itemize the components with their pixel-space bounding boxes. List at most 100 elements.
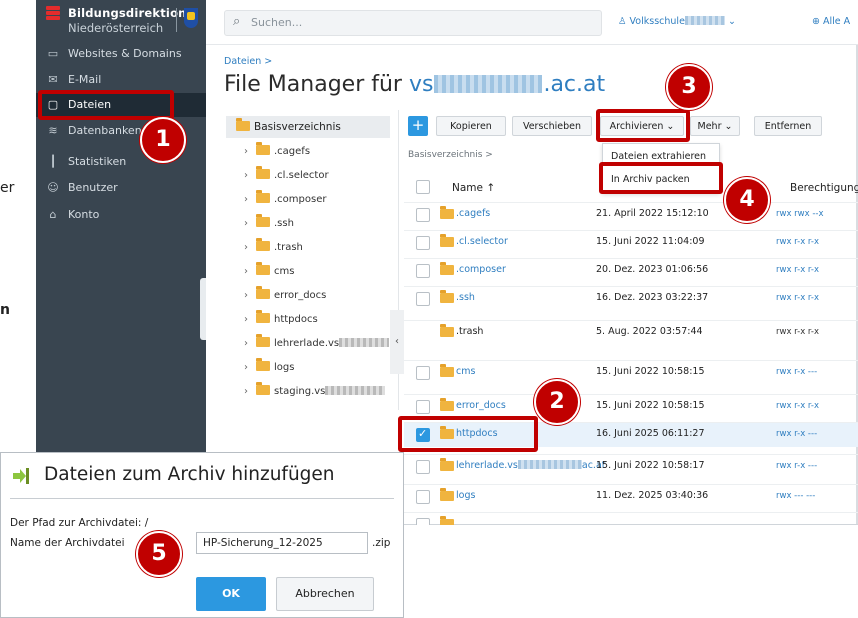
highlight-archivieren <box>596 109 690 142</box>
table-row[interactable]: lehrerlade.vs ac.at 15. Juni 2022 10:58:1… <box>404 454 858 479</box>
table-row[interactable]: .ssh 16. Dez. 2023 03:22:37 rwx r-x r-x <box>404 286 858 311</box>
row-checkbox[interactable] <box>416 208 430 222</box>
tree-item-label: cms <box>274 266 295 277</box>
table-row[interactable]: cms 15. Juni 2022 10:58:15 rwx r-x --- <box>404 360 858 385</box>
table-row[interactable]: .cl.selector 15. Juni 2022 11:04:09 rwx … <box>404 230 858 255</box>
table-row[interactable] <box>404 512 858 525</box>
chevron-right-icon: › <box>244 290 248 301</box>
table-row[interactable]: .composer 20. Dez. 2023 01:06:56 rwx r-x… <box>404 258 858 283</box>
sidebar-item-konto[interactable]: ⌂ Konto <box>36 203 206 227</box>
highlight-httpdocs <box>398 416 538 452</box>
sidebar-item-label: E-Mail <box>68 73 102 86</box>
user-icon: ☺ <box>47 181 59 194</box>
folder-icon <box>440 516 454 525</box>
step-badge-3: 3 <box>666 64 712 110</box>
file-name-link[interactable]: cms <box>456 366 475 377</box>
row-checkbox[interactable] <box>416 518 430 525</box>
file-name-link[interactable]: .cagefs <box>456 208 490 219</box>
table-row[interactable]: .trash 5. Aug. 2022 03:57:44 rwx r-x r-x <box>404 320 858 345</box>
archive-name-input[interactable]: HP-Sicherung_12-2025 <box>196 532 368 554</box>
chevron-right-icon: › <box>244 218 248 229</box>
subscriptions-menu[interactable]: ⊕ Alle A <box>812 16 850 27</box>
chevron-right-icon: › <box>244 170 248 181</box>
folder-icon <box>256 238 270 251</box>
permissions-link[interactable]: rwx r-x r-x <box>776 401 819 411</box>
chevron-right-icon: › <box>244 266 248 277</box>
file-name-link[interactable]: logs <box>456 490 475 501</box>
row-checkbox[interactable] <box>416 236 430 250</box>
file-breadcrumb[interactable]: Basisverzeichnis > <box>408 150 493 160</box>
add-button[interactable]: + <box>408 116 428 136</box>
row-checkbox[interactable] <box>416 264 430 278</box>
sidebar-item-websites[interactable]: ▭ Websites & Domains <box>36 42 206 66</box>
row-checkbox[interactable] <box>416 490 430 504</box>
archive-path-label: Der Pfad zur Archivdatei: / <box>10 517 149 529</box>
row-checkbox[interactable] <box>416 460 430 474</box>
brand-flag-icon <box>46 6 60 20</box>
name-column-header[interactable]: Name ↑ <box>452 182 495 194</box>
more-button[interactable]: Mehr ⌄ <box>690 116 740 136</box>
permissions-link[interactable]: rwx r-x --- <box>776 461 817 471</box>
chevron-right-icon: › <box>244 362 248 373</box>
zip-extension: .zip <box>372 537 391 549</box>
tree-item-label: .ssh <box>274 218 294 229</box>
permissions-text: rwx r-x r-x <box>776 327 819 337</box>
archive-arrow-icon <box>13 468 29 484</box>
sidebar: Bildungsdirektion Niederösterreich ▭ Web… <box>36 0 206 460</box>
file-name-link[interactable]: lehrerlade.vs ac.at <box>456 460 606 471</box>
search-placeholder: Suchen... <box>251 16 303 29</box>
search-input[interactable]: ⌕ Suchen... <box>224 10 602 36</box>
folder-icon <box>256 142 270 155</box>
modified-date: 5. Aug. 2022 03:57:44 <box>596 326 703 337</box>
tree-item-label: staging.vs <box>274 386 386 397</box>
tree-item-label: lehrerlade.vs <box>274 338 390 349</box>
archive-name-label: Name der Archivdatei <box>10 537 125 549</box>
file-name-link[interactable]: .composer <box>456 264 506 275</box>
file-name-link[interactable]: .cl.selector <box>456 236 508 247</box>
ok-button[interactable]: OK <box>196 577 266 611</box>
select-all-checkbox[interactable] <box>416 180 430 194</box>
file-name-link[interactable]: error_docs <box>456 400 506 411</box>
permissions-link[interactable]: rwx r-x --- <box>776 367 817 377</box>
row-checkbox[interactable] <box>416 366 430 380</box>
modified-date: 15. Juni 2022 10:58:15 <box>596 400 705 411</box>
modified-date: 15. Juni 2022 11:04:09 <box>596 236 705 247</box>
redacted-domain <box>434 75 543 93</box>
modified-date: 16. Dez. 2023 03:22:37 <box>596 292 709 303</box>
table-row[interactable]: .cagefs 21. April 2022 15:12:10 rwx rwx … <box>404 202 858 227</box>
highlight-in-archiv-packen <box>599 162 723 194</box>
modified-date: 21. April 2022 15:12:10 <box>596 208 709 219</box>
copy-button[interactable]: Kopieren <box>436 116 506 136</box>
tree-collapse-button[interactable]: ‹ <box>390 310 404 374</box>
modified-date: 15. Juni 2022 10:58:17 <box>596 460 705 471</box>
cancel-button[interactable]: Abbrechen <box>276 577 374 611</box>
modified-date: 15. Juni 2022 10:58:15 <box>596 366 705 377</box>
folder-icon <box>440 364 454 377</box>
permissions-link[interactable]: rwx r-x --- <box>776 429 817 439</box>
tree-root[interactable]: Basisverzeichnis <box>226 116 390 138</box>
permissions-link[interactable]: rwx r-x r-x <box>776 265 819 275</box>
delete-button[interactable]: Entfernen <box>754 116 822 136</box>
row-checkbox[interactable] <box>416 400 430 414</box>
chevron-right-icon: › <box>244 194 248 205</box>
row-checkbox[interactable] <box>416 292 430 306</box>
permissions-link[interactable]: rwx --- --- <box>776 491 815 501</box>
breadcrumb[interactable]: Dateien > <box>224 56 272 67</box>
brand-logo[interactable]: Bildungsdirektion Niederösterreich <box>46 4 206 40</box>
permissions-column-header[interactable]: Berechtigunger <box>790 182 858 194</box>
account-icon: ⌂ <box>49 208 57 221</box>
move-button[interactable]: Verschieben <box>512 116 592 136</box>
permissions-link[interactable]: rwx r-x r-x <box>776 237 819 247</box>
tree-item-label: .cl.selector <box>274 170 329 181</box>
school-selector[interactable]: ♙ Volksschule ⌄ <box>618 16 736 27</box>
file-name: .trash <box>456 326 484 337</box>
permissions-link[interactable]: rwx rwx --x <box>776 209 824 219</box>
table-row[interactable]: logs 11. Dez. 2025 03:40:36 rwx --- --- <box>404 484 858 509</box>
sidebar-item-email[interactable]: ✉ E-Mail <box>36 68 206 92</box>
folder-icon <box>256 382 270 395</box>
permissions-link[interactable]: rwx r-x r-x <box>776 293 819 303</box>
folder-icon <box>256 334 270 347</box>
dialog-divider <box>10 498 394 499</box>
file-name-link[interactable]: .ssh <box>456 292 475 303</box>
sidebar-item-benutzer[interactable]: ☺ Benutzer <box>36 176 206 200</box>
